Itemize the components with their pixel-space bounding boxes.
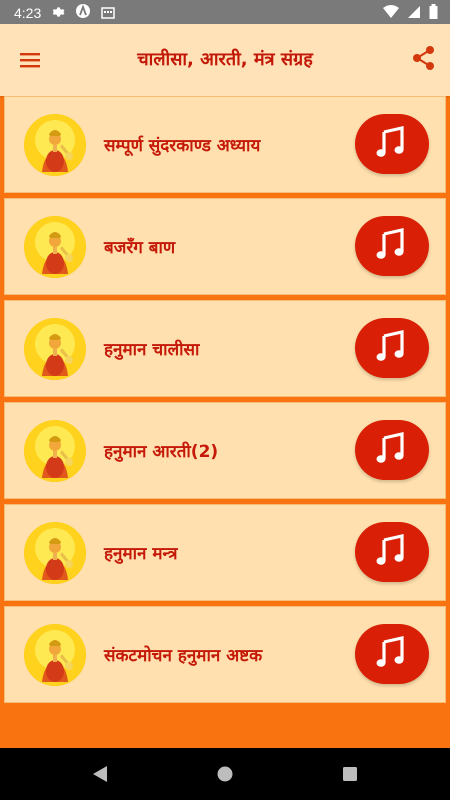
wifi-icon bbox=[383, 4, 399, 23]
list-item[interactable]: हनुमान चालीसा bbox=[4, 300, 446, 397]
page-title: चालीसा, आरती, मंत्र संग्रह bbox=[137, 49, 313, 70]
status-bar: 4:23 bbox=[0, 0, 450, 24]
list-item-label: हनुमान चालीसा bbox=[104, 340, 200, 360]
hanuman-image bbox=[24, 318, 86, 380]
recents-icon[interactable] bbox=[341, 764, 359, 788]
system-nav-bar bbox=[0, 748, 450, 800]
app-bar: चालीसा, आरती, मंत्र संग्रह bbox=[0, 24, 450, 96]
list-item[interactable]: हनुमान मन्त्र bbox=[4, 504, 446, 601]
music-note-button[interactable] bbox=[355, 318, 429, 378]
status-time: 4:23 bbox=[14, 5, 42, 21]
list-item-label: संकटमोचन हनुमान अष्टक bbox=[104, 646, 263, 666]
music-note-icon bbox=[374, 532, 410, 572]
app-logo-icon bbox=[75, 3, 91, 23]
music-note-button[interactable] bbox=[355, 420, 429, 480]
hanuman-image bbox=[24, 420, 86, 482]
music-note-icon bbox=[374, 124, 410, 164]
list-item-label: हनुमान आरती(2) bbox=[104, 442, 219, 462]
battery-icon bbox=[429, 4, 438, 23]
gear-icon bbox=[51, 4, 65, 23]
back-icon[interactable] bbox=[91, 764, 109, 788]
list-item-label: बजरँग बाण bbox=[104, 238, 176, 258]
hanuman-image bbox=[24, 216, 86, 278]
music-note-icon bbox=[374, 226, 410, 266]
hanuman-image bbox=[24, 624, 86, 686]
keyboard-icon bbox=[101, 4, 115, 23]
hanuman-image bbox=[24, 522, 86, 584]
list-item-label: सम्पूर्ण सुंदरकाण्ड अध्याय bbox=[104, 136, 261, 156]
music-note-button[interactable] bbox=[355, 522, 429, 582]
signal-icon bbox=[407, 4, 421, 23]
list-item[interactable]: बजरँग बाण bbox=[4, 198, 446, 295]
list-item-label: हनुमान मन्त्र bbox=[104, 544, 178, 564]
music-note-button[interactable] bbox=[355, 216, 429, 276]
music-note-button[interactable] bbox=[355, 114, 429, 174]
music-note-button[interactable] bbox=[355, 624, 429, 684]
music-note-icon bbox=[374, 430, 410, 470]
track-list: सम्पूर्ण सुंदरकाण्ड अध्याय बजरँग बाण हनु… bbox=[4, 96, 446, 708]
list-item[interactable]: संकटमोचन हनुमान अष्टक bbox=[4, 606, 446, 703]
list-item[interactable]: हनुमान आरती(2) bbox=[4, 402, 446, 499]
home-icon[interactable] bbox=[216, 764, 234, 788]
music-note-icon bbox=[374, 328, 410, 368]
hamburger-menu-icon[interactable] bbox=[18, 47, 44, 73]
share-icon[interactable] bbox=[410, 44, 438, 72]
hanuman-image bbox=[24, 114, 86, 176]
list-item[interactable]: सम्पूर्ण सुंदरकाण्ड अध्याय bbox=[4, 96, 446, 193]
music-note-icon bbox=[374, 634, 410, 674]
